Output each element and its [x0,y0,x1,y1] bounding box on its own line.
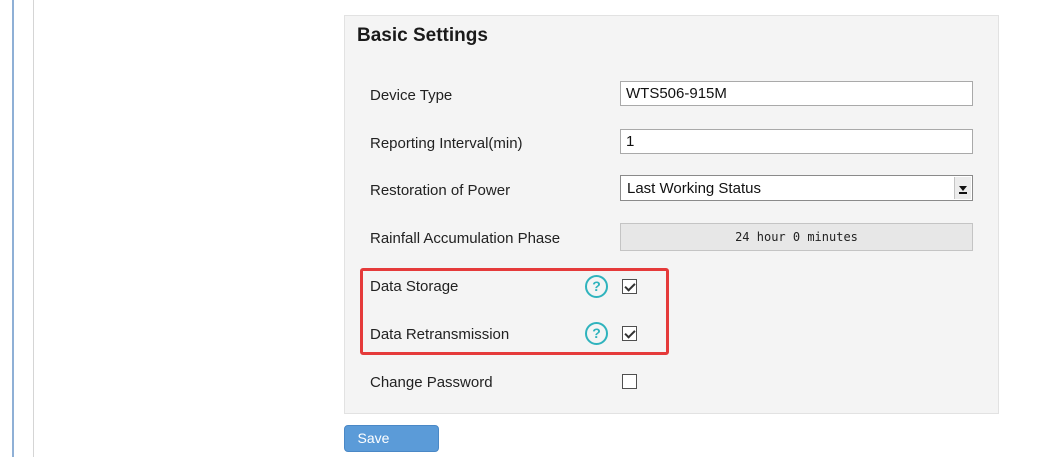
data-storage-label: Data Storage [370,278,459,295]
save-button[interactable]: Save [344,425,439,452]
save-button-label: Save [357,430,390,446]
restoration-of-power-selected: Last Working Status [627,180,761,197]
left-divider-line [33,0,34,457]
change-password-label: Change Password [370,374,493,391]
dropdown-arrow-icon[interactable] [954,177,971,199]
rainfall-accumulation-phase-label: Rainfall Accumulation Phase [370,230,561,247]
restoration-of-power-select[interactable]: Last Working Status [620,175,973,201]
reporting-interval-label: Reporting Interval(min) [370,135,523,152]
reporting-interval-input[interactable] [620,129,973,154]
device-type-input[interactable] [620,81,973,106]
rainfall-accumulation-phase-value: 24 hour 0 minutes [620,223,973,251]
change-password-checkbox[interactable] [622,374,637,389]
restoration-of-power-label: Restoration of Power [370,182,511,199]
panel-title: Basic Settings [357,25,488,46]
data-storage-checkbox[interactable] [622,279,637,294]
data-retransmission-checkbox[interactable] [622,326,637,341]
data-retransmission-help-icon[interactable]: ? [585,322,608,345]
device-type-label: Device Type [370,87,453,104]
data-storage-help-icon[interactable]: ? [585,275,608,298]
data-retransmission-label: Data Retransmission [370,326,510,343]
left-border-line [12,0,14,457]
